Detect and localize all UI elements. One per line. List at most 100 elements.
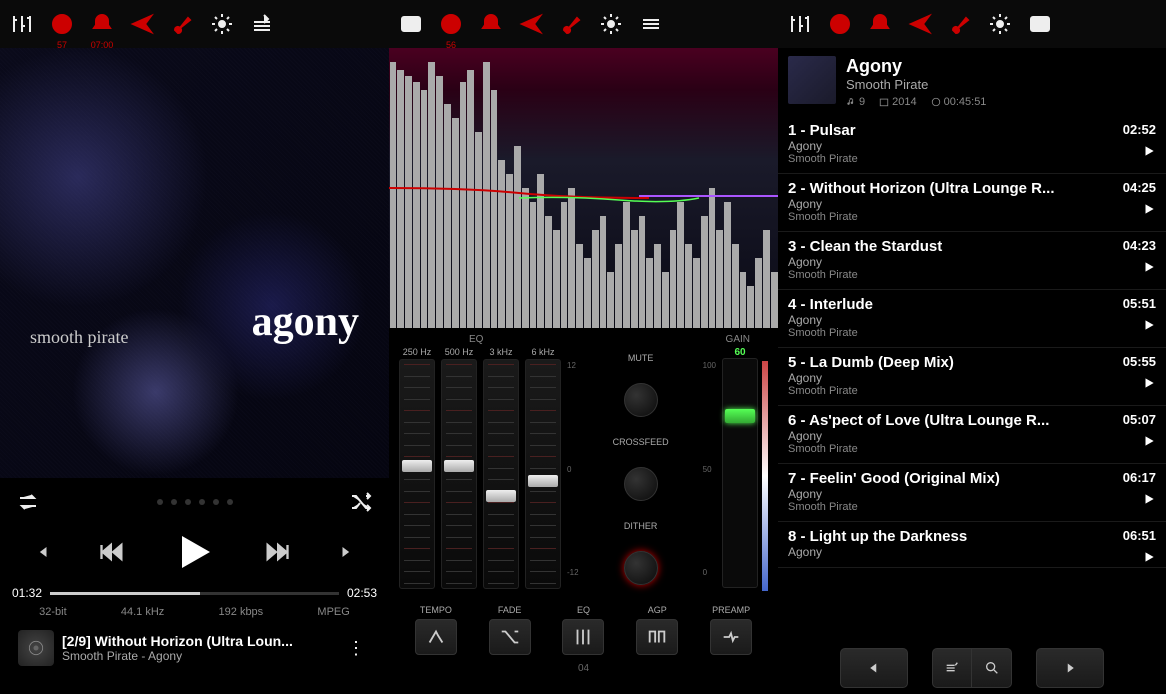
track-album: Agony	[788, 429, 1156, 443]
track-title: 2 - Without Horizon (Ultra Lounge R...	[788, 180, 1156, 197]
repeat-icon[interactable]	[12, 486, 44, 518]
track-row[interactable]: 8 - Light up the DarknessAgony06:51	[778, 522, 1166, 568]
sleep-timer-icon[interactable]: 56	[435, 8, 467, 40]
gain-slider[interactable]	[722, 358, 758, 588]
dither-knob[interactable]	[624, 551, 658, 585]
track-duration: 04:23	[1123, 238, 1156, 253]
prev-track-button[interactable]	[34, 542, 54, 562]
eq-band-slider[interactable]	[441, 359, 477, 589]
shuffle-icon[interactable]	[345, 486, 377, 518]
track-play-icon[interactable]	[1142, 318, 1156, 337]
track-row[interactable]: 5 - La Dumb (Deep Mix)AgonySmooth Pirate…	[778, 348, 1166, 406]
track-play-icon[interactable]	[1142, 492, 1156, 511]
format-info: 32-bit 44.1 kHz 192 kbps MPEG	[12, 606, 377, 618]
eq-button[interactable]: EQ	[562, 605, 604, 655]
send-icon[interactable]	[126, 8, 158, 40]
preamp-button[interactable]: PREAMP	[710, 605, 752, 655]
track-play-icon[interactable]	[1142, 376, 1156, 395]
track-artist: Smooth Pirate	[788, 153, 1156, 165]
now-playing-bar[interactable]: [2/9] Without Horizon (Ultra Loun... Smo…	[12, 626, 377, 670]
brush-icon[interactable]	[166, 8, 198, 40]
rewind-button[interactable]	[98, 538, 126, 566]
send-icon[interactable]	[904, 8, 936, 40]
crossfeed-knob[interactable]	[624, 467, 658, 501]
playlist-jump-icon[interactable]	[246, 8, 278, 40]
sleep-timer-icon[interactable]: 57	[46, 8, 78, 40]
track-title: 5 - La Dumb (Deep Mix)	[788, 354, 1156, 371]
eq-section-label: EQ	[469, 334, 483, 345]
now-playing-title: [2/9] Without Horizon (Ultra Loun...	[62, 633, 333, 649]
tracklist[interactable]: 1 - PulsarAgonySmooth Pirate02:522 - Wit…	[778, 116, 1166, 646]
track-title: 6 - As'pect of Love (Ultra Lounge R...	[788, 412, 1156, 429]
track-artist: Smooth Pirate	[788, 211, 1156, 223]
nav-forward-button[interactable]	[1036, 648, 1104, 688]
track-play-icon[interactable]	[1142, 260, 1156, 279]
art-title-text: agony	[252, 298, 359, 346]
track-row[interactable]: 6 - As'pect of Love (Ultra Lounge R...Ag…	[778, 406, 1166, 464]
equalizer-icon[interactable]	[6, 8, 38, 40]
nav-queue-button[interactable]	[932, 648, 972, 688]
track-row[interactable]: 1 - PulsarAgonySmooth Pirate02:52	[778, 116, 1166, 174]
track-title: 4 - Interlude	[788, 296, 1156, 313]
album-art[interactable]: smooth pirate agony	[0, 48, 389, 478]
mute-knob[interactable]	[624, 383, 658, 417]
alarm-icon[interactable]	[864, 8, 896, 40]
alarm-icon[interactable]: 07:00	[86, 8, 118, 40]
track-album: Agony	[788, 197, 1156, 211]
bottom-nav	[778, 642, 1166, 694]
track-artist: Smooth Pirate	[788, 327, 1156, 339]
settings-icon[interactable]	[595, 8, 627, 40]
more-icon[interactable]: ⋮	[341, 638, 371, 659]
agp-button[interactable]: AGP	[636, 605, 678, 655]
album-title: Agony	[846, 56, 1156, 77]
track-duration: 06:51	[1123, 528, 1156, 543]
nav-search-button[interactable]	[972, 648, 1012, 688]
track-album: Agony	[788, 255, 1156, 269]
brush-icon[interactable]	[944, 8, 976, 40]
track-duration: 05:07	[1123, 412, 1156, 427]
track-duration: 04:25	[1123, 180, 1156, 195]
track-row[interactable]: 2 - Without Horizon (Ultra Lounge R...Ag…	[778, 174, 1166, 232]
track-play-icon[interactable]	[1142, 202, 1156, 221]
track-play-icon[interactable]	[1142, 144, 1156, 163]
album-header[interactable]: Agony Smooth Pirate 9 2014 00:45:51	[778, 48, 1166, 116]
knob-label: DITHER	[624, 521, 658, 531]
track-title: 8 - Light up the Darkness	[788, 528, 1156, 545]
eq-band-slider[interactable]	[525, 359, 561, 589]
album-thumbnail	[788, 56, 836, 104]
track-duration: 02:52	[1123, 122, 1156, 137]
track-play-icon[interactable]	[1142, 550, 1156, 569]
track-row[interactable]: 3 - Clean the StardustAgonySmooth Pirate…	[778, 232, 1166, 290]
next-track-button[interactable]	[335, 542, 355, 562]
play-video-icon[interactable]	[395, 8, 427, 40]
art-artist-text: smooth pirate	[30, 327, 128, 348]
track-duration: 05:51	[1123, 296, 1156, 311]
play-video-icon[interactable]	[1024, 8, 1056, 40]
eq-band-label: 3 kHz	[489, 347, 512, 357]
track-artist: Smooth Pirate	[788, 501, 1156, 513]
track-artist: Smooth Pirate	[788, 385, 1156, 397]
forward-button[interactable]	[263, 538, 291, 566]
track-row[interactable]: 7 - Feelin' Good (Original Mix)AgonySmoo…	[778, 464, 1166, 522]
nav-back-button[interactable]	[840, 648, 908, 688]
track-play-icon[interactable]	[1142, 434, 1156, 453]
fade-button[interactable]: FADE	[489, 605, 531, 655]
tempo-button[interactable]: TEMPO	[415, 605, 457, 655]
eq-band-slider[interactable]	[399, 359, 435, 589]
settings-icon[interactable]	[206, 8, 238, 40]
playlist-icon[interactable]	[635, 8, 667, 40]
send-icon[interactable]	[515, 8, 547, 40]
settings-icon[interactable]	[984, 8, 1016, 40]
eq-band-slider[interactable]	[483, 359, 519, 589]
brush-icon[interactable]	[555, 8, 587, 40]
track-duration: 06:17	[1123, 470, 1156, 485]
page-dots	[157, 499, 233, 505]
play-button[interactable]	[170, 528, 218, 576]
alarm-icon[interactable]	[475, 8, 507, 40]
sleep-timer-icon[interactable]	[824, 8, 856, 40]
track-row[interactable]: 4 - InterludeAgonySmooth Pirate05:51	[778, 290, 1166, 348]
level-meter	[762, 361, 768, 591]
eq-band-label: 6 kHz	[531, 347, 554, 357]
progress-bar[interactable]	[50, 592, 339, 595]
equalizer-icon[interactable]	[784, 8, 816, 40]
